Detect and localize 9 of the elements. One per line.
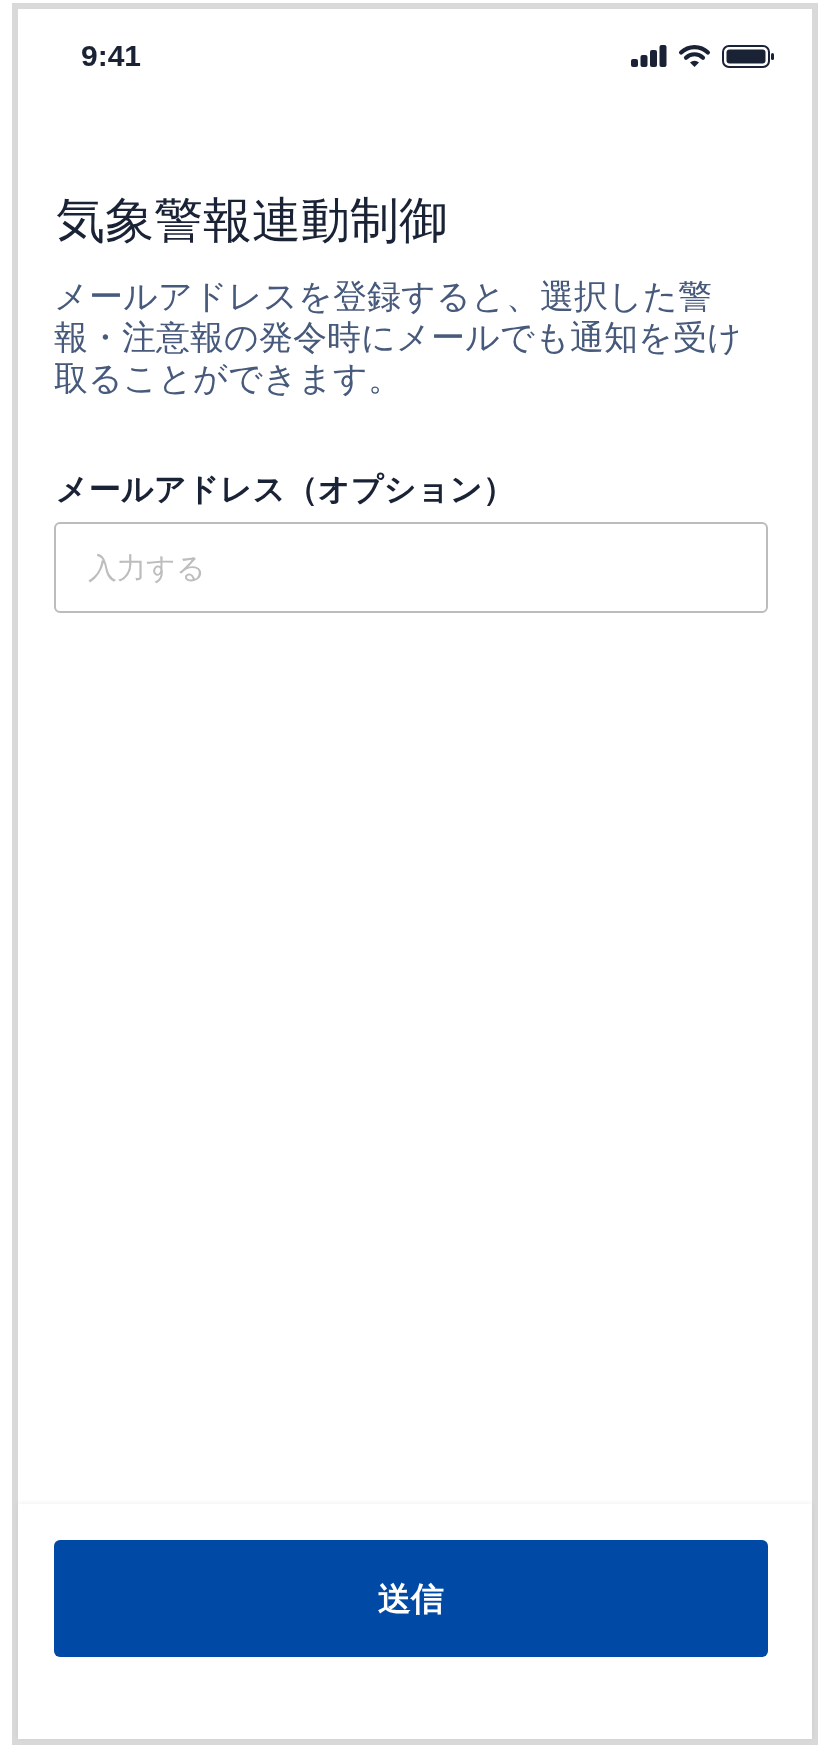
description-text: メールアドレスを登録すると、選択した警報・注意報の発令時にメールでも通知を受け取ることができます。 (54, 276, 743, 399)
send-button[interactable]: 送信 (54, 1540, 768, 1657)
email-label: メールアドレス（オプション） (56, 469, 516, 509)
page-title: 気象警報連動制御 (56, 192, 449, 250)
status-time: 9:41 (81, 41, 142, 71)
email-field[interactable]: 入力する (54, 522, 768, 613)
wifi-icon (678, 44, 711, 68)
battery-icon (722, 44, 774, 68)
signal-icon (631, 45, 667, 67)
